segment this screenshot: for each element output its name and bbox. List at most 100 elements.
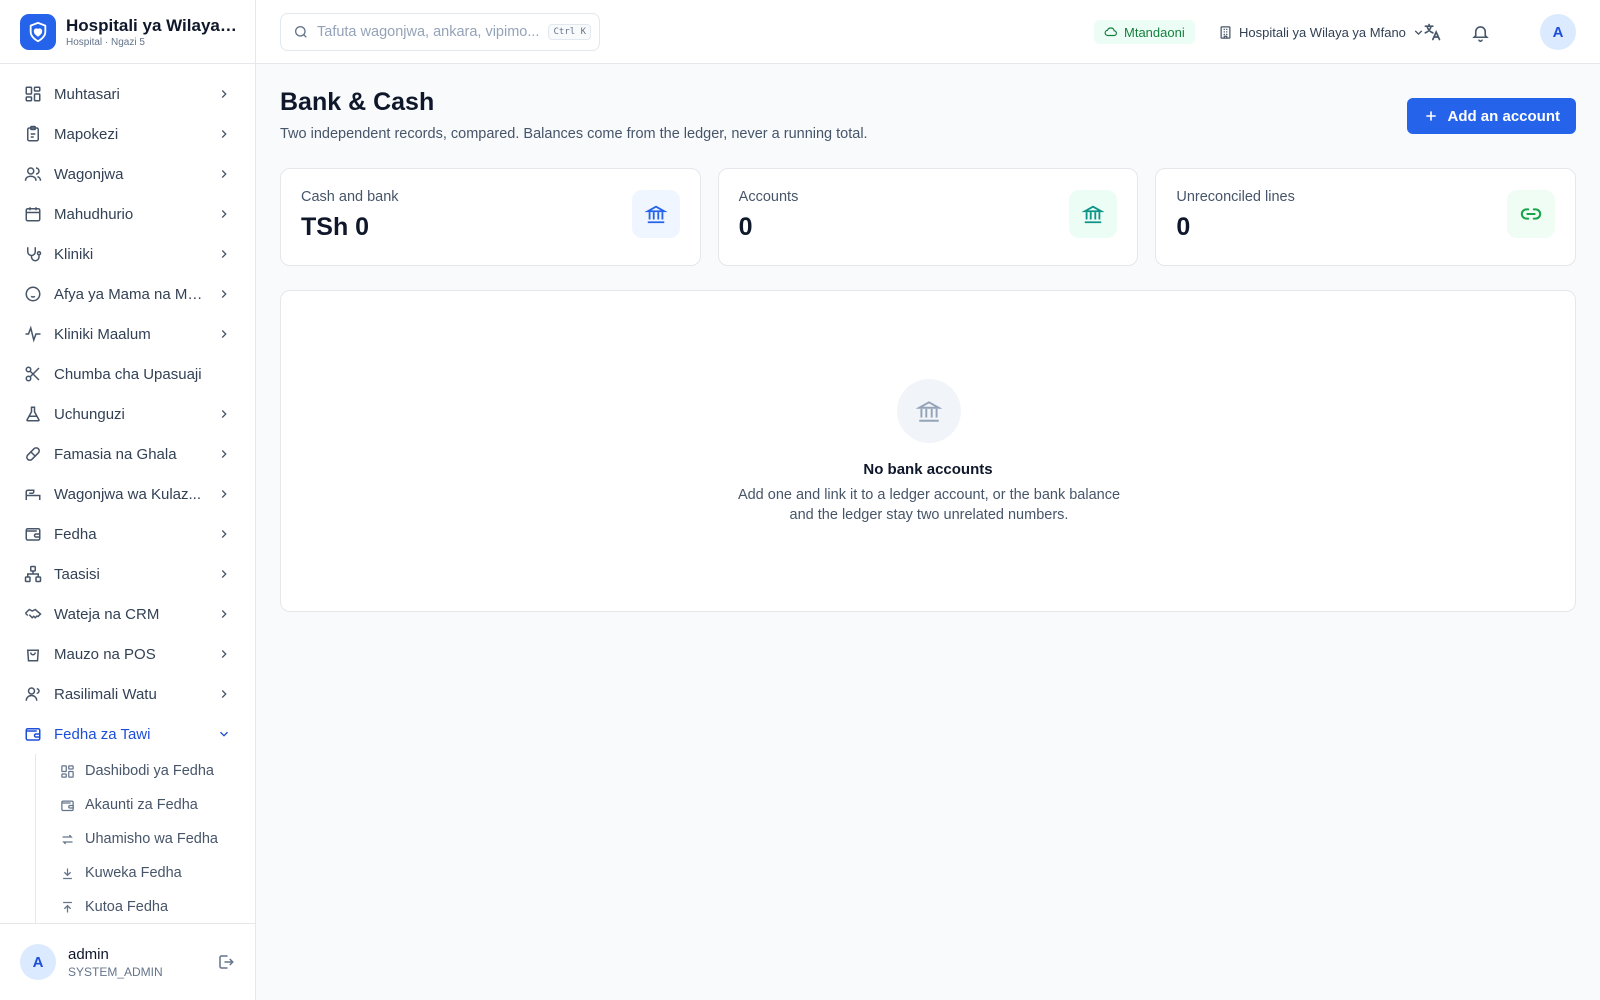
sidebar-item-chumba-cha-upasuaji[interactable]: Chumba cha Upasuaji (0, 354, 255, 394)
sidebar-item-wagonjwa-wa-kulazwa[interactable]: Wagonjwa wa Kulaz... (0, 474, 255, 514)
stat-value: 0 (1176, 213, 1191, 241)
subitem-label: Dashibodi ya Fedha (85, 763, 214, 779)
flask-icon (24, 405, 42, 423)
search-box[interactable]: Ctrl K (280, 13, 600, 51)
plus-icon (1423, 108, 1439, 124)
building-icon (1218, 25, 1233, 40)
chevron-right-icon (217, 647, 231, 661)
sidebar-item-label: Muhtasari (54, 85, 120, 103)
org-chart-icon (24, 565, 42, 583)
sidebar-item-famasia-na-ghala[interactable]: Famasia na Ghala (0, 434, 255, 474)
subitem-label: Akaunti za Fedha (85, 797, 198, 813)
subitem-kutoa-fedha[interactable]: Kutoa Fedha (60, 890, 255, 924)
shopping-bag-icon (24, 645, 42, 663)
sidebar-item-label: Mapokezi (54, 125, 119, 143)
subitem-kuweka-fedha[interactable]: Kuweka Fedha (60, 856, 255, 890)
sidebar-item-fedha[interactable]: Fedha (0, 514, 255, 554)
user-role: SYSTEM_ADMIN (68, 964, 163, 979)
stat-label: Unreconciled lines (1176, 189, 1295, 205)
bell-icon[interactable] (1468, 20, 1492, 44)
page-subtitle: Two independent records, compared. Balan… (280, 126, 868, 142)
activity-icon (24, 325, 42, 343)
chevron-right-icon (217, 567, 231, 581)
clipboard-icon (24, 125, 42, 143)
chevron-right-icon (217, 447, 231, 461)
avatar[interactable]: A (20, 944, 56, 980)
status-label: Mtandaoni (1124, 24, 1185, 40)
logout-icon[interactable] (217, 953, 235, 971)
stat-value: TSh 0 (301, 213, 370, 241)
chevron-right-icon (217, 207, 231, 221)
bank-icon (631, 190, 680, 238)
sidebar-item-wagonjwa[interactable]: Wagonjwa (0, 154, 255, 194)
chevron-right-icon (217, 167, 231, 181)
search-input[interactable] (317, 24, 549, 40)
sidebar-item-mapokezi[interactable]: Mapokezi (0, 114, 255, 154)
sidebar-item-label: Rasilimali Watu (54, 685, 157, 703)
sidebar-item-label: Wagonjwa wa Kulaz... (54, 485, 202, 503)
subitem-label: Kutoa Fedha (85, 899, 169, 915)
stat-card-accounts: Accounts 0 (717, 168, 1139, 266)
sidebar-item-label: Kliniki Maalum (54, 325, 151, 343)
heart-shield-icon (20, 13, 56, 50)
chevron-right-icon (217, 527, 231, 541)
topbar: Ctrl K Mtandaoni Hospitali ya Wilaya ya … (256, 0, 1600, 64)
bank-icon (897, 379, 961, 443)
sidebar-item-label: Uchunguzi (54, 405, 125, 423)
add-account-button[interactable]: Add an account (1407, 98, 1576, 134)
stat-label: Accounts (738, 189, 799, 205)
sidebar-item-uchunguzi[interactable]: Uchunguzi (0, 394, 255, 434)
subitem-akaunti-za-fedha[interactable]: Akaunti za Fedha (60, 788, 255, 822)
wallet-icon (24, 525, 42, 543)
sidebar-item-fedha-za-tawi[interactable]: Fedha za Tawi (0, 714, 255, 754)
sidebar-item-label: Chumba cha Upasuaji (54, 365, 202, 383)
download-icon (60, 866, 75, 881)
sidebar-item-kliniki[interactable]: Kliniki (0, 234, 255, 274)
dashboard-grid-icon (24, 85, 42, 103)
sidebar-item-label: Afya ya Mama na Mt... (54, 285, 204, 303)
stat-value: 0 (738, 213, 753, 241)
stat-card-cash-and-bank: Cash and bank TSh 0 (280, 168, 701, 266)
sidebar-item-label: Kliniki (54, 245, 94, 263)
user-name: admin (68, 945, 109, 963)
brand[interactable]: Hospitali ya Wilaya ... Hospital · Ngazi… (0, 0, 255, 64)
stat-label: Cash and bank (301, 189, 399, 205)
scissors-icon (24, 365, 42, 383)
sidebar-item-label: Fedha (54, 525, 97, 543)
sidebar-item-muhtasari[interactable]: Muhtasari (0, 74, 255, 114)
bed-icon (24, 485, 42, 503)
sidebar-item-rasilimali-watu[interactable]: Rasilimali Watu (0, 674, 255, 714)
chevron-right-icon (217, 487, 231, 501)
chevron-right-icon (217, 247, 231, 261)
sidebar-item-kliniki-maalum[interactable]: Kliniki Maalum (0, 314, 255, 354)
empty-state-title: No bank accounts (863, 461, 993, 478)
chevron-right-icon (217, 87, 231, 101)
stats-cards: Cash and bank TSh 0 Accounts 0 Unreconci… (280, 168, 1577, 266)
page-title: Bank & Cash (280, 88, 435, 116)
sidebar-item-mauzo-na-pos[interactable]: Mauzo na POS (0, 634, 255, 674)
users-icon (24, 165, 42, 183)
submenu-fedha-za-tawi: Dashibodi ya Fedha Akaunti za Fedha Uham… (35, 754, 255, 924)
translate-icon[interactable] (1420, 20, 1444, 44)
calendar-icon (24, 205, 42, 223)
subitem-dashibodi-ya-fedha[interactable]: Dashibodi ya Fedha (60, 754, 255, 788)
stat-card-unreconciled-lines: Unreconciled lines 0 (1155, 168, 1577, 266)
sidebar-item-afya-ya-mama[interactable]: Afya ya Mama na Mt... (0, 274, 255, 314)
user-avatar-button[interactable]: A (1540, 14, 1576, 50)
sidebar-item-label: Wateja na CRM (54, 605, 160, 623)
sidebar-item-mahudhurio[interactable]: Mahudhurio (0, 194, 255, 234)
pill-icon (24, 445, 42, 463)
facility-selector[interactable]: Hospitali ya Wilaya ya Mfano (1218, 20, 1425, 44)
search-icon (293, 24, 309, 40)
chevron-right-icon (217, 287, 231, 301)
sidebar-item-label: Famasia na Ghala (54, 445, 177, 463)
people-icon (24, 685, 42, 703)
subitem-uhamisho-wa-fedha[interactable]: Uhamisho wa Fedha (60, 822, 255, 856)
sidebar-item-label: Wagonjwa (54, 165, 124, 183)
empty-state-description: Add one and link it to a ledger account,… (737, 487, 1121, 523)
sidebar-item-wateja-na-crm[interactable]: Wateja na CRM (0, 594, 255, 634)
chevron-down-icon (217, 727, 231, 741)
transfer-arrows-icon (60, 832, 75, 847)
sidebar-item-taasisi[interactable]: Taasisi (0, 554, 255, 594)
user-profile: A admin SYSTEM_ADMIN (0, 923, 255, 1000)
